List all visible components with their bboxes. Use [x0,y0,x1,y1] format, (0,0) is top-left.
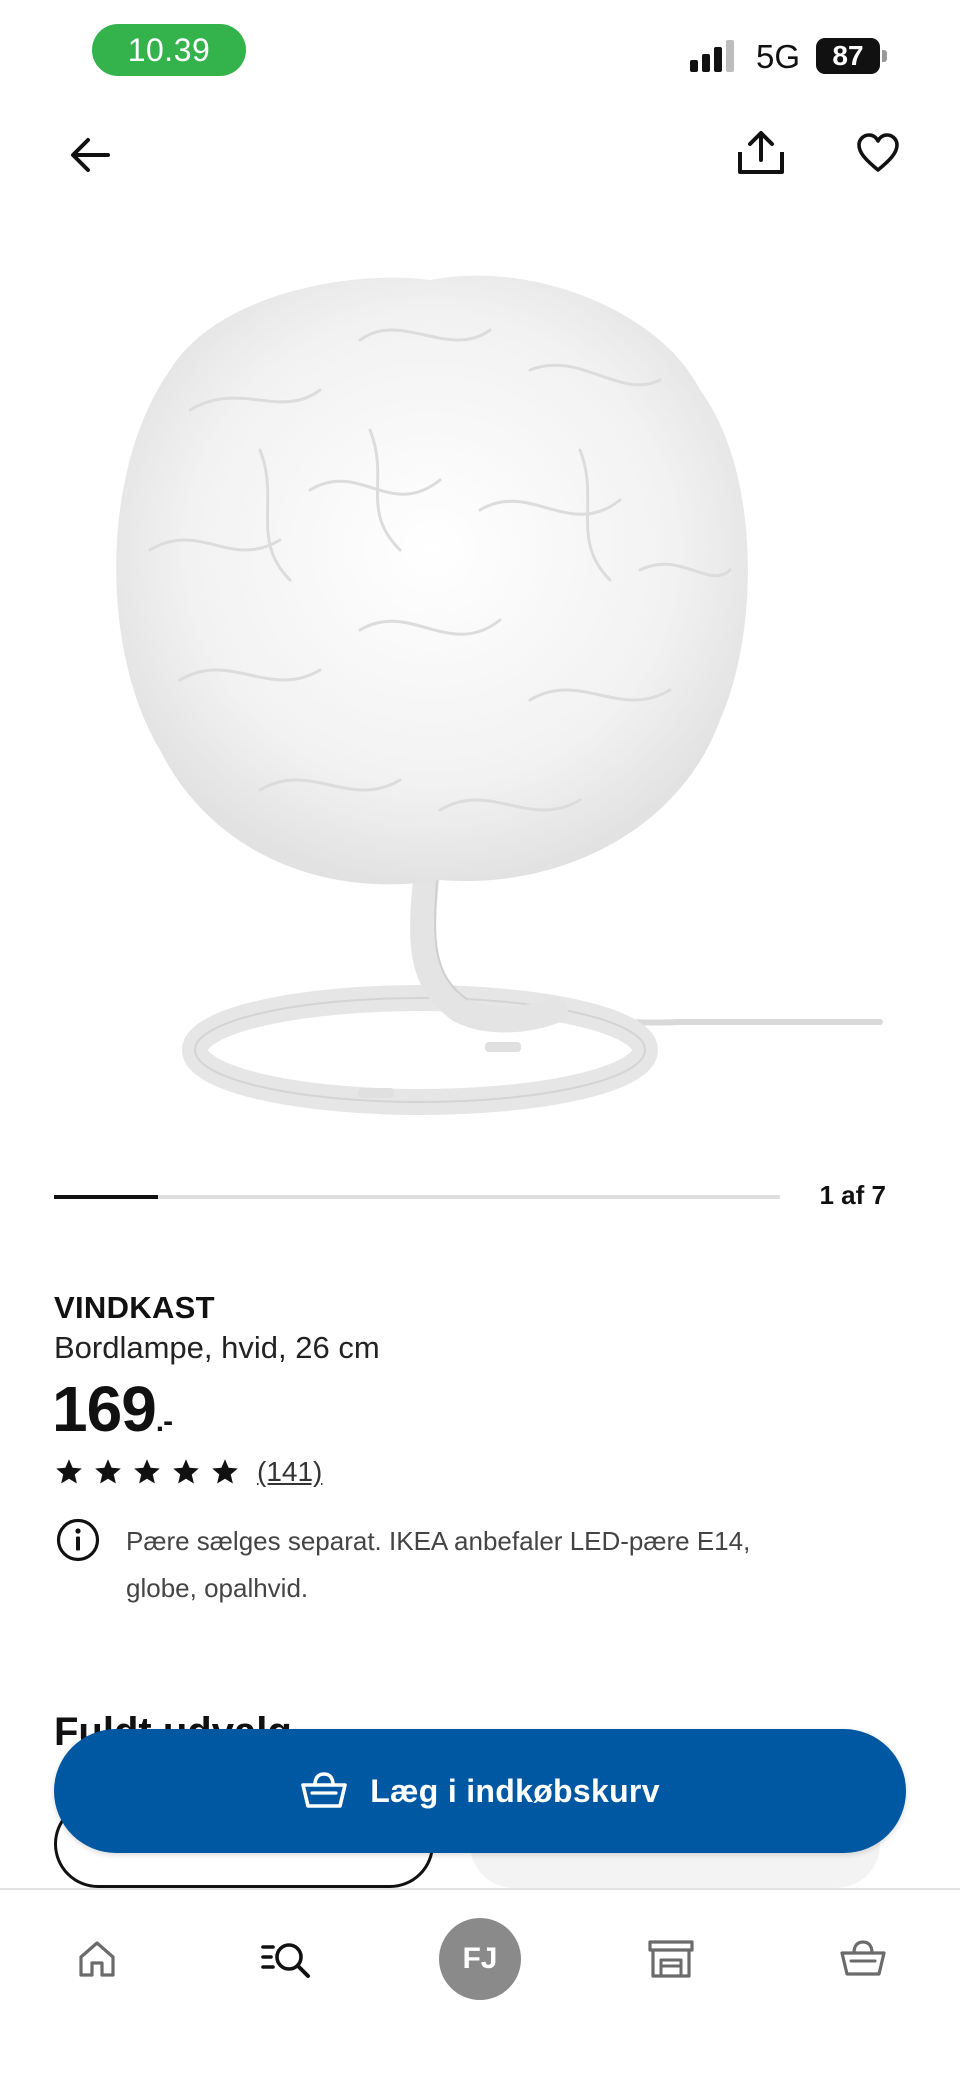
star-icon [95,1459,121,1484]
nav-home[interactable] [52,1914,142,2004]
share-icon [738,131,784,174]
add-to-cart-button[interactable]: Læg i indkøbskurv [54,1729,906,1853]
avatar: FJ [439,1918,521,2000]
status-time: 10.39 [92,24,246,76]
product-name: VINDKAST [54,1290,215,1325]
back-button[interactable] [55,120,125,190]
price-suffix: .- [155,1405,173,1438]
signal-strength-icon [690,40,734,72]
battery-icon: 87 [816,38,888,74]
product-description: Bordlampe, hvid, 26 cm [54,1330,380,1365]
favorite-button[interactable] [843,118,913,188]
product-price: 169.- [52,1372,173,1446]
product-rating[interactable]: (141) [54,1456,322,1488]
star-icon [173,1459,199,1484]
network-type: 5G [756,38,801,75]
home-icon [79,1941,115,1977]
carousel-counter: 1 af 7 [819,1180,887,1210]
product-image[interactable] [60,250,900,1130]
arrow-left-icon [71,138,110,172]
add-to-cart-label: Læg i indkøbskurv [370,1772,660,1809]
heart-icon [857,133,899,172]
share-button[interactable] [726,118,796,188]
star-icon [212,1459,238,1484]
nav-search[interactable] [242,1914,332,2004]
status-bar: 10.39 5G 87 [0,0,960,100]
star-icon [134,1459,160,1484]
bulb-info-text: Pære sælges separat. IKEA anbefaler LED-… [126,1526,751,1603]
battery-tip [882,50,887,62]
basket-icon [301,1772,348,1808]
store-icon [648,1940,694,1978]
basket-icon [840,1940,886,1976]
search-list-icon [261,1943,310,1978]
nav-store[interactable] [626,1914,716,2004]
nav-cart[interactable] [818,1914,908,2004]
review-count-link[interactable]: (141) [257,1456,322,1488]
bottom-navigation: FJ [0,1888,960,2077]
info-icon [56,1518,100,1562]
battery-level: 87 [816,38,880,74]
carousel-progress-track [54,1195,780,1199]
nav-profile[interactable]: FJ [435,1914,525,2004]
star-icon [56,1459,82,1484]
carousel-progress-fill [54,1195,158,1199]
price-value: 169 [52,1373,157,1445]
